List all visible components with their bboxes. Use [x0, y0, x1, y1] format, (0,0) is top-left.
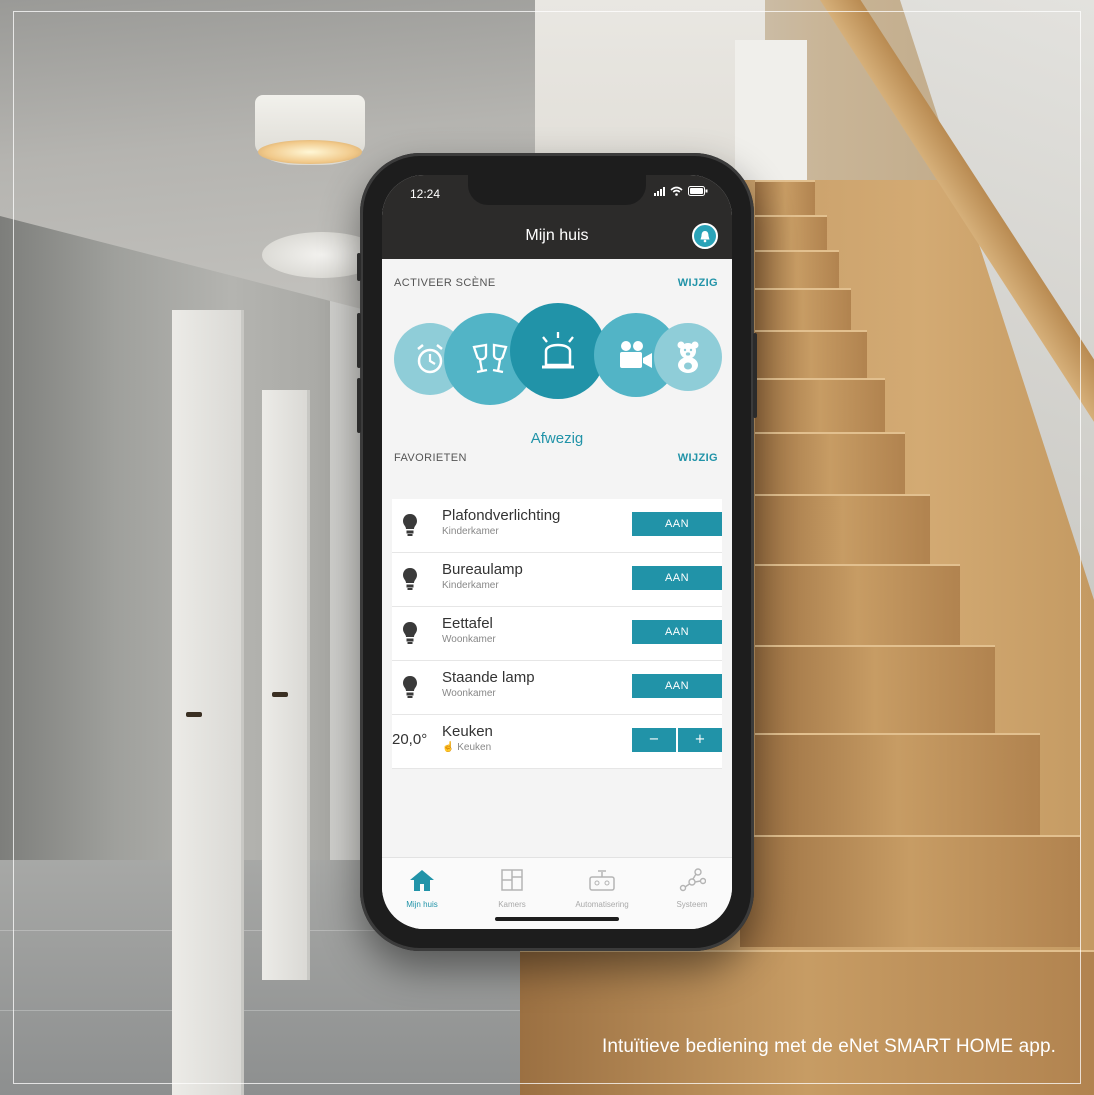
- on-button[interactable]: AAN: [632, 674, 722, 698]
- rooms-icon: [501, 869, 523, 891]
- light-bulb-icon: [403, 514, 417, 536]
- tab-kamers[interactable]: Kamers: [472, 868, 552, 909]
- favorites-section-header: FAVORIETEN WIJZIG: [394, 452, 718, 468]
- battery-icon: [688, 186, 708, 196]
- on-button[interactable]: AAN: [632, 512, 722, 536]
- status-time: 12:24: [410, 187, 441, 201]
- volume-up-button: [357, 313, 361, 368]
- floor-tile-line: [0, 1010, 560, 1011]
- device-room: Kinderkamer: [442, 580, 499, 591]
- device-name: Eettafel: [442, 615, 493, 632]
- stair-step: [755, 494, 930, 566]
- teddy-bear-icon: [677, 341, 699, 373]
- signal-icon: [654, 187, 665, 196]
- app-header: Mijn huis: [382, 215, 732, 259]
- device-room: Woonkamer: [442, 688, 496, 699]
- device-room: Kinderkamer: [442, 526, 499, 537]
- door-handle: [186, 712, 202, 717]
- tab-label: Mijn huis: [406, 900, 438, 909]
- door-handle: [272, 692, 288, 697]
- stair-step: [755, 180, 815, 218]
- favorites-list: Plafondverlichting Kinderkamer AAN Burea…: [392, 499, 722, 769]
- hand-icon: ☝: [442, 742, 455, 753]
- device-name: Plafondverlichting: [442, 507, 561, 524]
- favorites-header-label: FAVORIETEN: [394, 452, 467, 464]
- list-item: Eettafel Woonkamer AAN: [392, 607, 722, 661]
- notch: [468, 175, 646, 205]
- light-bulb-icon: [403, 622, 417, 644]
- scenes-section-header: ACTIVEER SCÈNE WIJZIG: [394, 277, 718, 293]
- stair-step: [755, 645, 995, 735]
- tab-label: Systeem: [676, 900, 708, 909]
- door: [172, 310, 244, 1095]
- favorites-edit-link[interactable]: WIJZIG: [678, 452, 718, 464]
- active-scene-label: Afwezig: [530, 430, 584, 447]
- page-title: Mijn huis: [525, 227, 589, 244]
- temperature-increase-button[interactable]: +: [678, 728, 722, 752]
- smartphone: 12:24 Mijn huis ACTIVEER SCÈNE WIJZIG Af…: [357, 153, 757, 951]
- bell-icon: [700, 230, 710, 242]
- stair-step: [755, 288, 851, 334]
- stair-step: [520, 950, 1094, 1095]
- video-camera-icon: [620, 341, 652, 368]
- stair-step: [755, 378, 885, 436]
- stair-step: [740, 835, 1080, 947]
- mute-switch: [357, 253, 361, 281]
- thermostat-item: 20,0° Keuken ☝ Keuken − +: [392, 715, 722, 769]
- scene-carousel: [382, 303, 732, 415]
- scenes-header-label: ACTIVEER SCÈNE: [394, 277, 496, 289]
- light-bulb-icon: [403, 676, 417, 698]
- list-item: Plafondverlichting Kinderkamer AAN: [392, 499, 722, 553]
- stair-step: [755, 330, 867, 380]
- robot-icon: [589, 870, 615, 891]
- device-name: Bureaulamp: [442, 561, 523, 578]
- caption: Intuïtieve bediening met de eNet SMART H…: [602, 1036, 1056, 1057]
- light-bulb-icon: [403, 568, 417, 590]
- device-name: Staande lamp: [442, 669, 535, 686]
- stair-step: [755, 215, 827, 253]
- power-button: [753, 333, 757, 418]
- door: [262, 390, 310, 980]
- tab-label: Kamers: [498, 900, 526, 909]
- tab-systeem[interactable]: Systeem: [652, 868, 732, 909]
- tab-label: Automatisering: [575, 900, 629, 909]
- wine-glasses-icon: [472, 343, 508, 374]
- temperature-value: 20,0°: [392, 731, 428, 748]
- lamp-glow: [258, 140, 362, 164]
- list-item: Bureaulamp Kinderkamer AAN: [392, 553, 722, 607]
- scene-away[interactable]: [510, 303, 606, 399]
- status-icons: [654, 186, 708, 196]
- on-button[interactable]: AAN: [632, 620, 722, 644]
- home-icon: [410, 870, 434, 891]
- back-door: [735, 40, 807, 200]
- temperature-decrease-button[interactable]: −: [632, 728, 676, 752]
- stair-step: [755, 250, 839, 288]
- tab-mijn-huis[interactable]: Mijn huis: [382, 868, 462, 909]
- scene-kids[interactable]: [654, 323, 722, 391]
- app-screen: 12:24 Mijn huis ACTIVEER SCÈNE WIJZIG Af…: [382, 175, 732, 929]
- thermostat-name: Keuken: [442, 723, 493, 740]
- network-icon: [679, 868, 707, 892]
- notification-button[interactable]: [692, 223, 718, 249]
- tab-automatisering[interactable]: Automatisering: [562, 868, 642, 909]
- alarm-clock-icon: [417, 344, 443, 374]
- on-button[interactable]: AAN: [632, 566, 722, 590]
- thermostat-room: Keuken: [457, 742, 492, 753]
- stair-step: [755, 733, 1040, 835]
- device-room: Woonkamer: [442, 634, 496, 645]
- volume-down-button: [357, 378, 361, 433]
- scenes-edit-link[interactable]: WIJZIG: [678, 277, 718, 289]
- home-indicator[interactable]: [495, 917, 619, 921]
- thermostat-room-line: ☝ Keuken: [442, 742, 491, 753]
- stair-step: [755, 432, 905, 496]
- wifi-icon: [670, 186, 683, 196]
- siren-icon: [542, 332, 574, 369]
- list-item: Staande lamp Woonkamer AAN: [392, 661, 722, 715]
- stair-step: [755, 564, 960, 646]
